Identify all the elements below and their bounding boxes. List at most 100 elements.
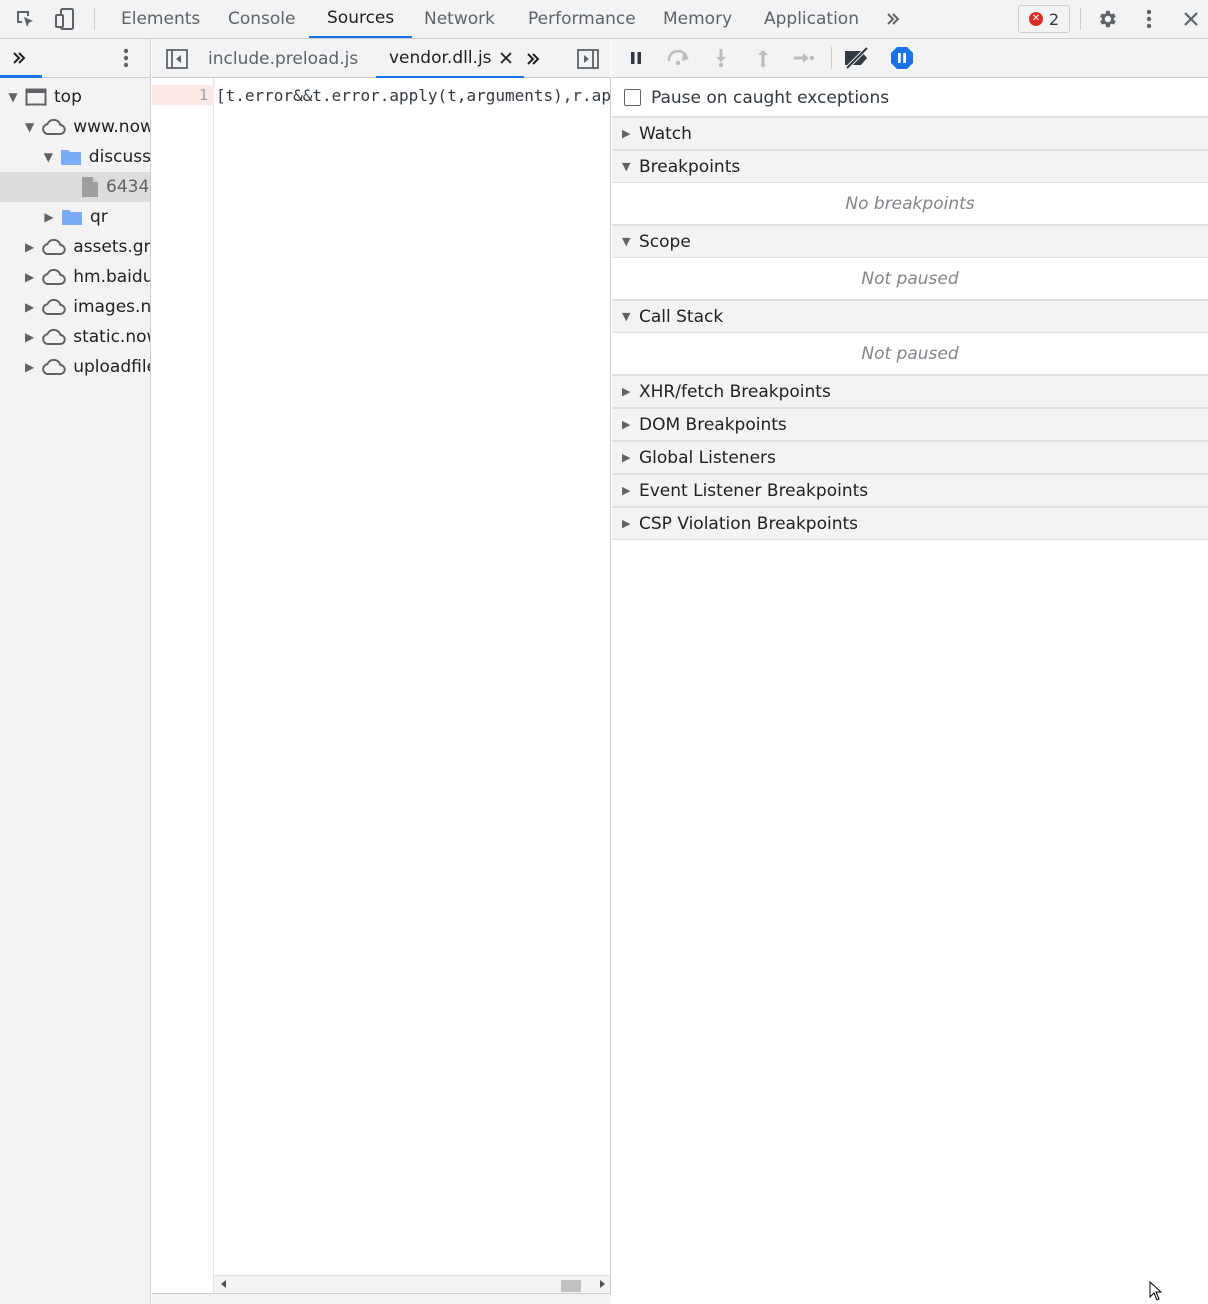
debugger-toolbar <box>612 39 1208 78</box>
debugger-sidebar: Pause on caught exceptions ▶ Watch ▼ Bre… <box>612 39 1208 1304</box>
collapse-arrow-icon: ▶ <box>25 300 35 314</box>
tree-item-top[interactable]: ▼ top <box>0 82 150 112</box>
expand-arrow-icon: ▼ <box>622 310 631 323</box>
horizontal-scrollbar[interactable] <box>214 1275 610 1293</box>
devtools-toolbar: Elements Console Sources Network Perform… <box>0 0 1208 39</box>
mouse-cursor-icon <box>1149 1281 1163 1301</box>
navigator-menu-icon[interactable] <box>123 48 129 68</box>
tab-network[interactable]: Network <box>420 0 499 38</box>
section-title: Global Listeners <box>639 447 776 468</box>
section-event-listener-breakpoints[interactable]: ▶ Event Listener Breakpoints <box>612 474 1208 507</box>
tree-item-domain[interactable]: ▶ images.nc <box>0 292 151 322</box>
tree-item-file[interactable]: 6434 <box>0 172 150 202</box>
tree-item-domain[interactable]: ▶ static.now <box>0 322 150 352</box>
tree-item-folder[interactable]: ▶ qr <box>0 202 150 232</box>
section-dom-breakpoints[interactable]: ▶ DOM Breakpoints <box>612 408 1208 441</box>
more-panes-icon[interactable] <box>11 50 27 66</box>
section-scope[interactable]: ▼ Scope <box>612 225 1208 258</box>
pause-caught-checkbox[interactable] <box>624 89 641 106</box>
cloud-icon <box>40 298 66 316</box>
section-title: Event Listener Breakpoints <box>639 480 869 501</box>
customize-menu-icon[interactable] <box>1135 5 1163 33</box>
more-tabs-icon[interactable] <box>879 5 907 33</box>
tree-item-folder[interactable]: ▼ discuss <box>0 142 150 172</box>
scope-empty-text: Not paused <box>612 258 1208 300</box>
tree-item-label: images.nc <box>73 297 151 317</box>
tree-item-domain[interactable]: ▼ www.now <box>0 112 151 142</box>
pause-caught-exceptions-row[interactable]: Pause on caught exceptions <box>612 79 1208 117</box>
file-tab-label: include.preload.js <box>208 48 359 69</box>
section-breakpoints[interactable]: ▼ Breakpoints <box>612 150 1208 183</box>
file-tab-include-preload[interactable]: include.preload.js <box>208 39 358 78</box>
tree-item-label: top <box>54 87 82 107</box>
tree-item-label: 6434 <box>106 177 150 197</box>
scroll-left-arrow-icon[interactable] <box>219 1279 227 1289</box>
folder-icon <box>60 148 82 166</box>
collapse-arrow-icon: ▶ <box>25 270 35 284</box>
tab-application[interactable]: Application <box>760 0 863 38</box>
collapse-arrow-icon: ▶ <box>622 451 631 464</box>
section-title: Breakpoints <box>639 156 741 177</box>
toolbar-divider <box>94 8 95 30</box>
tree-item-domain[interactable]: ▶ assets.gro <box>0 232 151 262</box>
error-count-badge[interactable]: ✕ 2 <box>1018 5 1070 33</box>
expand-arrow-icon: ▼ <box>43 150 53 164</box>
collapse-arrow-icon: ▶ <box>25 240 35 254</box>
tree-item-label: static.now <box>73 327 150 347</box>
step-into-icon[interactable] <box>706 44 736 72</box>
collapse-arrow-icon: ▶ <box>622 418 631 431</box>
more-tabs-icon[interactable] <box>525 51 541 67</box>
section-title: Call Stack <box>639 306 724 327</box>
section-xhr-breakpoints[interactable]: ▶ XHR/fetch Breakpoints <box>612 375 1208 408</box>
toolbar-divider <box>1080 8 1081 30</box>
section-watch[interactable]: ▶ Watch <box>612 117 1208 150</box>
tree-item-label: assets.gro <box>73 237 151 257</box>
section-global-listeners[interactable]: ▶ Global Listeners <box>612 441 1208 474</box>
editor-tab-bar: include.preload.js vendor.dll.js <box>152 39 611 78</box>
pause-script-icon[interactable] <box>621 44 651 72</box>
step-icon[interactable] <box>789 44 819 72</box>
line-number[interactable]: 1 <box>152 86 208 104</box>
line-number-gutter[interactable] <box>152 78 214 1293</box>
section-csp-breakpoints[interactable]: ▶ CSP Violation Breakpoints <box>612 507 1208 540</box>
tab-elements[interactable]: Elements <box>117 0 204 38</box>
file-tab-vendor-dll[interactable]: vendor.dll.js <box>376 39 524 78</box>
collapse-arrow-icon: ▶ <box>25 360 35 374</box>
device-toolbar-icon[interactable] <box>51 5 79 33</box>
folder-icon <box>61 208 83 226</box>
collapse-arrow-icon: ▶ <box>25 330 35 344</box>
code-line[interactable]: [t.error&&t.error.apply(t,arguments),r.a… <box>216 86 610 105</box>
collapse-arrow-icon: ▶ <box>622 385 631 398</box>
tree-item-label: www.now <box>73 117 151 137</box>
collapse-arrow-icon: ▶ <box>622 484 631 497</box>
tab-performance[interactable]: Performance <box>524 0 640 38</box>
toggle-debugger-icon[interactable] <box>577 49 599 69</box>
close-tab-icon[interactable] <box>499 51 512 64</box>
scroll-right-arrow-icon[interactable] <box>599 1279 607 1289</box>
tree-item-domain[interactable]: ▶ hm.baidu. <box>0 262 151 292</box>
collapse-arrow-icon: ▶ <box>622 127 631 140</box>
cloud-icon <box>40 238 66 256</box>
deactivate-breakpoints-icon[interactable] <box>843 44 873 72</box>
navigator-header <box>0 39 150 78</box>
section-title: Scope <box>639 231 691 252</box>
tree-item-label: hm.baidu. <box>73 267 151 287</box>
scrollbar-thumb[interactable] <box>561 1280 581 1292</box>
step-over-icon[interactable] <box>664 44 694 72</box>
file-tab-label: vendor.dll.js <box>389 47 492 68</box>
tab-sources[interactable]: Sources <box>309 0 413 38</box>
tree-item-domain[interactable]: ▶ uploadfile <box>0 352 150 382</box>
pause-on-exceptions-icon[interactable] <box>887 44 917 72</box>
section-call-stack[interactable]: ▼ Call Stack <box>612 300 1208 333</box>
toggle-navigator-icon[interactable] <box>166 49 188 69</box>
expand-arrow-icon: ▼ <box>8 90 18 104</box>
tab-memory[interactable]: Memory <box>659 0 736 38</box>
error-icon: ✕ <box>1028 12 1043 26</box>
inspect-element-icon[interactable] <box>11 5 39 33</box>
breakpoints-empty-text: No breakpoints <box>612 183 1208 225</box>
settings-gear-icon[interactable] <box>1093 5 1121 33</box>
tab-console[interactable]: Console <box>224 0 300 38</box>
step-out-icon[interactable] <box>748 44 778 72</box>
callstack-empty-text: Not paused <box>612 333 1208 375</box>
close-devtools-icon[interactable] <box>1177 5 1205 33</box>
